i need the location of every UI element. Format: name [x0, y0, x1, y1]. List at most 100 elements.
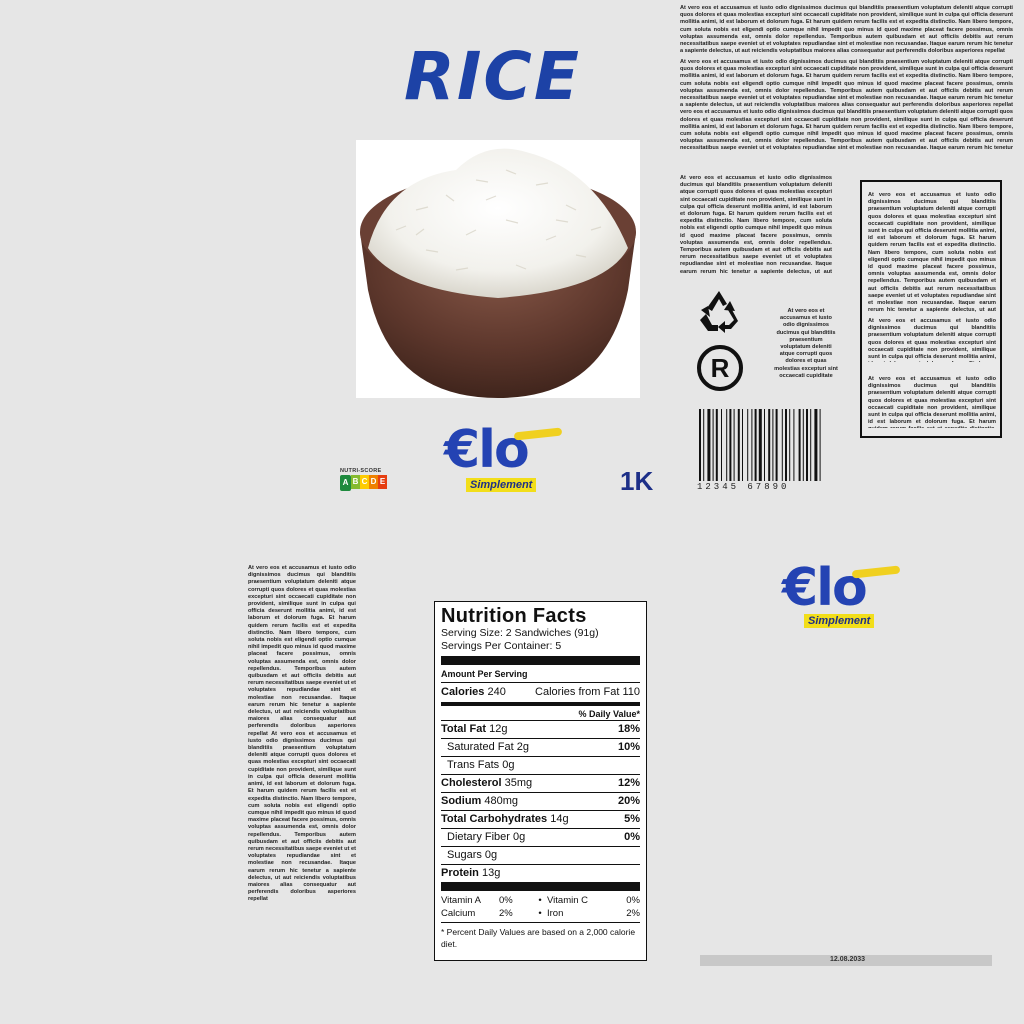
recycle-icon [700, 291, 738, 333]
nutrient-label: Saturated Fat [447, 741, 514, 753]
text-block-top-1: At vero eos et accusamus et iusto odio d… [680, 5, 1013, 55]
brand-logo-front: €lo Simplement [444, 424, 568, 494]
nutrient-row: Sodium 480mg 20% [441, 792, 640, 810]
nutri-score-grade-e: E [378, 475, 387, 489]
text-block-top-2: At vero eos et accusamus et iusto odio d… [680, 59, 1013, 151]
barcode-bar [699, 409, 701, 481]
product-weight: 1K [620, 466, 654, 496]
barcode-bar [793, 409, 795, 481]
nutri-score-badge: NUTRI-SCORE ABCDE [340, 468, 387, 491]
vitamin-left-label: Vitamin A [441, 895, 481, 906]
vitamin-right-label: Iron [547, 908, 564, 919]
barcode-bar [810, 409, 812, 481]
vitamin-row: Calcium 2% • Iron 2% [441, 907, 640, 920]
barcode-bar [715, 409, 718, 481]
nutrient-label: Sodium [441, 795, 482, 807]
nutrient-row: Dietary Fiber 0g 0% [441, 828, 640, 846]
text-block-small: At vero eos et accusamus et iusto odio d… [774, 308, 838, 379]
nutrient-label: Dietary Fiber [447, 831, 510, 843]
barcode-bar [802, 409, 804, 481]
barcode-bar [772, 409, 774, 481]
daily-value-header: % Daily Value* [578, 709, 640, 719]
nutrient-daily-value: 5% [624, 813, 640, 825]
text-column-left: At vero eos et accusamus et iusto odio d… [248, 565, 356, 903]
barcode-bar [798, 409, 801, 481]
vitamin-rows: Vitamin A 0% • Vitamin C 0% Calcium 2% • Iron 2% [441, 894, 640, 920]
barcode-bar [742, 409, 743, 481]
nutrient-amount: 13g [481, 867, 501, 879]
amount-per-serving: Amount Per Serving [441, 669, 528, 679]
calories-row: Calories 240 Calories from Fat 110 [441, 686, 640, 698]
nutri-score-grade-a: A [340, 475, 351, 491]
nutrient-row: Total Carbohydrates 14g 5% [441, 810, 640, 828]
barcode-bar [781, 409, 783, 481]
nutrient-label: Total Carbohydrates [441, 813, 548, 825]
nutrient-amount: 0g [484, 849, 498, 861]
barcode-bar [703, 409, 705, 481]
barcode-bar [721, 409, 722, 481]
barcode-bar [747, 409, 749, 481]
vitamin-row: Vitamin A 0% • Vitamin C 0% [441, 894, 640, 907]
svg-text:R: R [711, 353, 730, 383]
nutrient-row: Trans Fats 0g [441, 756, 640, 774]
barcode-digits: 12345 67890 [697, 482, 790, 492]
date-bar: 12.08.2033 [700, 955, 992, 966]
expiry-date: 12.08.2033 [830, 956, 866, 963]
bullet-separator: • [538, 908, 542, 919]
nutri-score-grade-c: C [360, 475, 369, 489]
barcode-bar [768, 409, 771, 481]
nutrient-row: Saturated Fat 2g 10% [441, 738, 640, 756]
vitamin-left-value: 2% [499, 908, 513, 919]
barcode-bar [707, 409, 711, 481]
nutrient-label: Sugars [447, 849, 482, 861]
nutrition-footnote: * Percent Daily Values are based on a 2,… [441, 927, 636, 949]
nutrient-row: Sugars 0g [441, 846, 640, 864]
nutrient-amount: 35mg [504, 777, 533, 789]
barcode-bar [819, 409, 821, 481]
nutrient-label: Trans Fats [447, 759, 500, 771]
brand-logo-mark: €lo [444, 420, 530, 480]
nutrient-amount: 2g [516, 741, 529, 753]
barcode-bar [733, 409, 735, 481]
barcode-bar [789, 409, 791, 481]
barcode-bar [764, 409, 765, 481]
barcode-bar [785, 409, 787, 481]
serving-size: Serving Size: 2 Sandwiches (91g) [441, 627, 599, 639]
barcode-bar [729, 409, 732, 481]
barcode-bar [754, 409, 757, 481]
barcode-bar [806, 409, 808, 481]
nutrient-label: Protein [441, 867, 479, 879]
vitamin-left-label: Calcium [441, 908, 476, 919]
nutrient-row: Protein 13g [441, 864, 640, 882]
framed-text-box: At vero eos et accusamus et iusto odio d… [860, 180, 1002, 438]
nutrient-amount: 0g [502, 759, 515, 771]
nutrient-amount: 12g [489, 723, 508, 735]
divider-thin-2 [441, 922, 640, 923]
brand-logo-back: €lo Simplement [782, 562, 906, 632]
nutrient-label: Total Fat [441, 723, 487, 735]
text-block-mid: At vero eos et accusamus et iusto odio d… [680, 175, 832, 275]
nutrient-label: Cholesterol [441, 777, 502, 789]
vitamin-right-label: Vitamin C [547, 895, 589, 906]
barcode [699, 409, 821, 481]
nutrition-title: Nutrition Facts [441, 605, 587, 627]
barcode-bar [751, 409, 753, 481]
nutrient-daily-value: 10% [617, 741, 640, 753]
divider-thick-2 [441, 882, 640, 891]
barcode-bar [737, 409, 740, 481]
nutrition-facts-panel: Nutrition Facts Serving Size: 2 Sandwich… [434, 601, 647, 961]
barcode-bar [712, 409, 714, 481]
divider-thick [441, 656, 640, 665]
bullet-separator: • [538, 895, 542, 906]
nutrient-daily-value: 20% [617, 795, 640, 807]
divider-thin [441, 682, 640, 683]
brand-logo-mark-back: €lo [782, 558, 868, 618]
nutrient-daily-value: 12% [617, 777, 640, 789]
brand-tagline: Simplement [466, 478, 537, 492]
barcode-bar [775, 409, 778, 481]
product-title: RICE [404, 38, 581, 115]
nutri-score-grade-d: D [369, 475, 378, 489]
nutri-score-grades: ABCDE [340, 475, 387, 491]
barcode-bar [758, 409, 762, 481]
servings-per-container: Servings Per Container: 5 [441, 640, 562, 652]
